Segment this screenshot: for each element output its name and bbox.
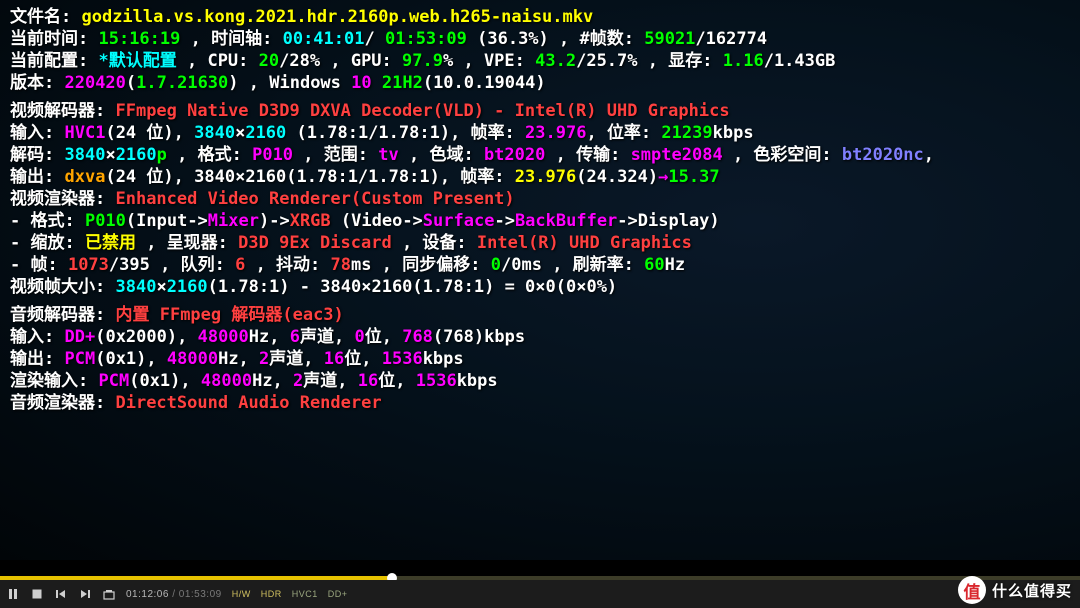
value-vpe-b: 25.7 <box>586 51 627 71</box>
value-input-fps: 23.976 <box>525 123 586 143</box>
pos-time: 01:12:06 <box>126 589 169 600</box>
label-frames: #帧数: <box>580 29 645 49</box>
watermark: 值 什么值得买 <box>958 576 1072 604</box>
value-filename: godzilla.vs.kong.2021.hdr.2160p.web.h265… <box>81 7 593 27</box>
value-frame-total: 162774 <box>706 29 767 49</box>
value-audio-decoder: 内置 FFmpeg 解码器(eac3) <box>115 305 343 325</box>
value-out-fps: 23.976 <box>515 167 576 187</box>
stop-button[interactable] <box>30 587 44 601</box>
label-audio-input: 输入: <box>10 327 64 347</box>
label-version: 版本: <box>10 73 64 93</box>
label-timeline: 时间轴: <box>211 29 282 49</box>
value-os-build: 10.0.19044 <box>433 73 535 93</box>
value-queue: 6 <box>235 255 245 275</box>
value-jitter: 78 <box>331 255 351 275</box>
value-frames-a: 1073 <box>68 255 109 275</box>
value-current-time: 15:16:19 <box>98 29 180 49</box>
value-vram-a: 1.16 <box>723 51 764 71</box>
value-frame-cur: 59021 <box>644 29 695 49</box>
value-audio-renderer: DirectSound Audio Renderer <box>115 393 381 413</box>
value-audio-in-br: 768 <box>402 327 433 347</box>
value-audio-input-codec: DD+ <box>64 327 95 347</box>
label-filename: 文件名: <box>10 7 81 27</box>
value-version-date: 220420 <box>64 73 125 93</box>
playback-controls: 01:12:06 / 01:53:09 H/W HDR HVC1 DD+ <box>0 580 1080 608</box>
value-input-bitrate: 21239 <box>661 123 712 143</box>
value-gpu: 97.9 <box>402 51 443 71</box>
label-audio-output: 输出: <box>10 349 64 369</box>
dur-time: 01:53:09 <box>179 589 222 600</box>
value-vram-b: 1.43 <box>774 51 815 71</box>
label-current-time: 当前时间: <box>10 29 98 49</box>
value-video-renderer: Enhanced Video Renderer(Custom Present) <box>115 189 514 209</box>
control-panel-button[interactable] <box>102 587 116 601</box>
value-gamut: bt2020 <box>484 145 545 165</box>
label-audio-renderer: 音频渲染器: <box>10 393 115 413</box>
value-device: Intel(R) UHD Graphics <box>477 233 692 253</box>
value-input-w: 3840 <box>194 123 235 143</box>
value-audio-in-ch: 6 <box>290 327 300 347</box>
next-button[interactable] <box>78 587 92 601</box>
badge-audio-codec[interactable]: DD+ <box>328 589 348 599</box>
label-config: 当前配置: <box>10 51 98 71</box>
value-input-codec: HVC1 <box>64 123 105 143</box>
watermark-text: 什么值得买 <box>992 580 1072 601</box>
value-audio-out-codec: PCM <box>64 349 95 369</box>
value-colorspace: bt2020nc <box>842 145 924 165</box>
pause-button[interactable] <box>6 587 20 601</box>
value-input-h: 2160 <box>245 123 286 143</box>
value-refresh-rate: 60 <box>644 255 664 275</box>
value-out-fps-actual: 15.37 <box>668 167 719 187</box>
value-pixel-format: P010 <box>252 145 293 165</box>
badge-hdr[interactable]: HDR <box>261 589 282 599</box>
label-video-renderer: 视频渲染器: <box>10 189 115 209</box>
value-cpu-a: 20 <box>259 51 279 71</box>
label-video-input: 输入: <box>10 123 64 143</box>
label-decode: 解码: <box>10 145 64 165</box>
value-scaling: 已禁用 <box>85 233 136 253</box>
value-config-name: *默认配置 <box>98 51 176 71</box>
label-audio-decoder: 音频解码器: <box>10 305 115 325</box>
label-video-decoder: 视频解码器: <box>10 101 115 121</box>
value-cpu-b: 28 <box>289 51 309 71</box>
value-audio-in-sr: 48000 <box>198 327 249 347</box>
value-range: tv <box>378 145 398 165</box>
label-video-output: 输出: <box>10 167 64 187</box>
value-vpe-a: 43.2 <box>535 51 576 71</box>
label-audio-render-input: 渲染输入: <box>10 371 98 391</box>
value-duration: 01:53:09 <box>385 29 467 49</box>
value-progress-pct: (36.3%) <box>477 29 549 49</box>
value-presenter: D3D 9Ex Discard <box>238 233 392 253</box>
value-video-decoder: FFmpeg Native D3D9 DXVA Decoder(VLD) - I… <box>115 101 729 121</box>
value-playback-pos: 00:41:01 <box>283 29 365 49</box>
badge-codec[interactable]: HVC1 <box>292 589 318 599</box>
prev-button[interactable] <box>54 587 68 601</box>
value-output-mode: dxva <box>64 167 105 187</box>
value-framesize-diff: 0×0(0×0%) <box>525 277 617 297</box>
value-os-release: 21H2 <box>382 73 423 93</box>
watermark-icon: 值 <box>958 576 986 604</box>
badge-hw[interactable]: H/W <box>232 589 251 599</box>
value-version-num: 1.7.21630 <box>136 73 228 93</box>
value-transfer: smpte2084 <box>631 145 723 165</box>
osd-overlay: 文件名: godzilla.vs.kong.2021.hdr.2160p.web… <box>0 0 1080 414</box>
label-frame-size: 视频帧大小: <box>10 277 115 297</box>
